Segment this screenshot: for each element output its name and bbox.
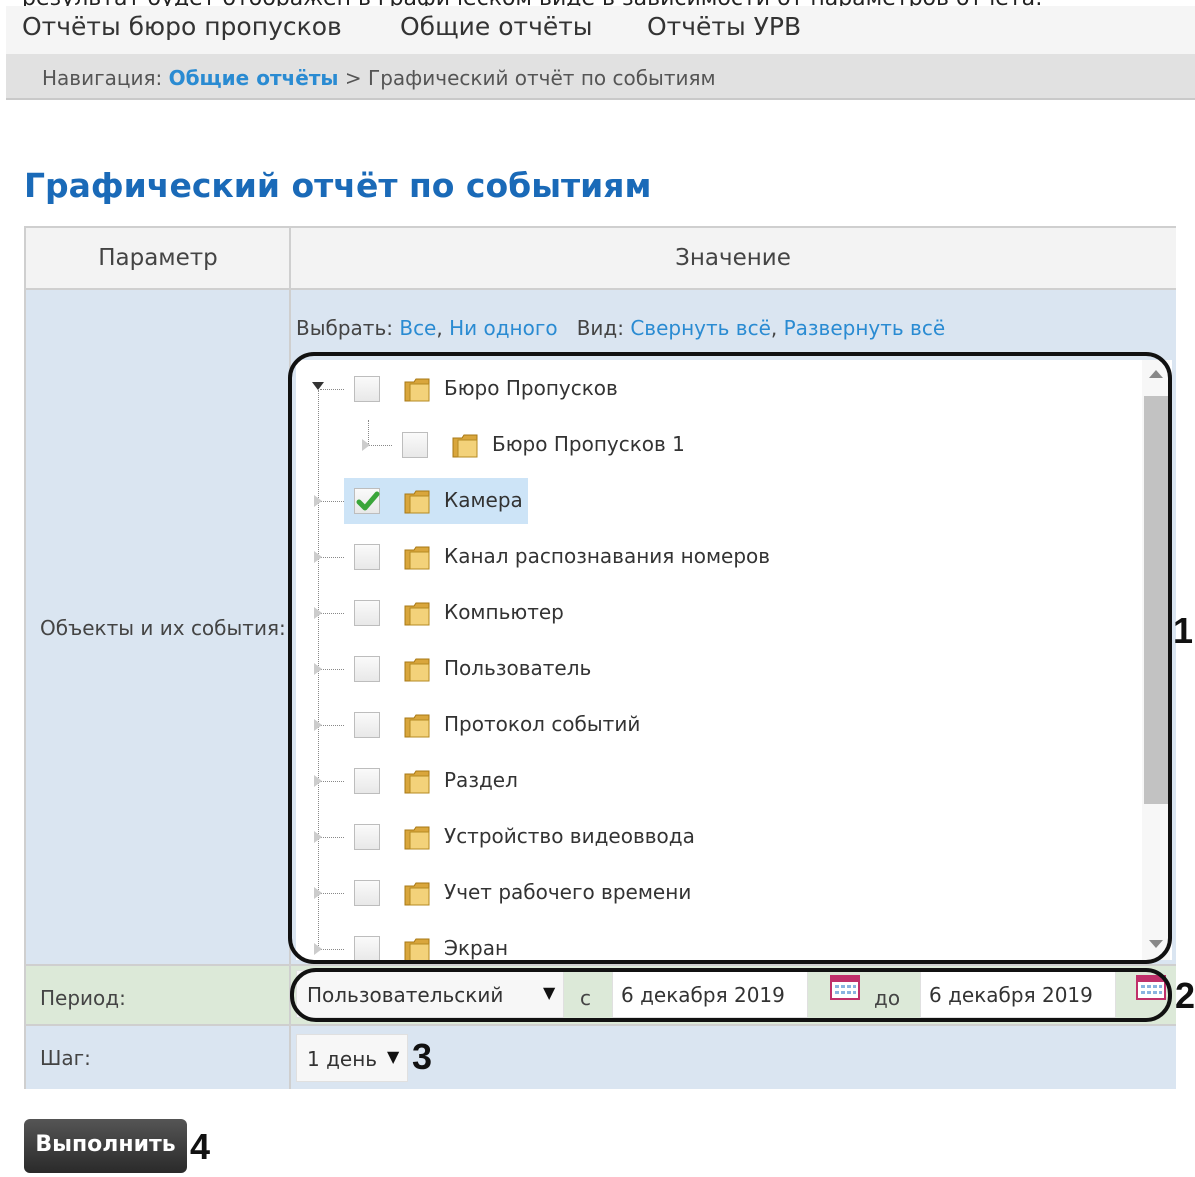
view-label: Вид: <box>576 316 624 340</box>
dropdown-caret-icon: ▼ <box>387 1047 400 1066</box>
breadcrumb-link-general-reports[interactable]: Общие отчёты <box>169 66 339 90</box>
menu-item-pass-office-reports[interactable]: Отчёты бюро пропусков <box>22 12 342 41</box>
column-header-parameter: Параметр <box>26 228 290 290</box>
annotation-number-4: 4 <box>190 1126 211 1167</box>
select-controls: Выбрать: Все, Ни одного Вид: Свернуть вс… <box>296 316 946 340</box>
breadcrumb-current: Графический отчёт по событиям <box>368 66 716 90</box>
annotation-oval-2 <box>290 968 1172 1022</box>
collapse-all-link[interactable]: Свернуть всё <box>630 316 771 340</box>
annotation-number-2: 2 <box>1175 975 1195 1016</box>
annotation-number-1: 1 <box>1173 610 1194 651</box>
select-none-link[interactable]: Ни одного <box>449 316 558 340</box>
objects-row-label-cell: Объекты и их события: <box>26 290 290 964</box>
period-row-label-cell: Период: <box>26 966 290 1024</box>
menu-item-tar-reports[interactable]: Отчёты УРВ <box>647 12 801 41</box>
expand-all-link[interactable]: Развернуть всё <box>784 316 946 340</box>
run-button[interactable]: Выполнить <box>24 1119 187 1173</box>
breadcrumb: Навигация: Общие отчёты > Графический от… <box>6 54 1195 100</box>
objects-label: Объекты и их события: <box>40 616 286 640</box>
page-title: Графический отчёт по событиям <box>24 166 652 205</box>
step-select[interactable]: 1 день ▼ <box>296 1034 408 1082</box>
select-all-link[interactable]: Все <box>399 316 436 340</box>
column-header-value: Значение <box>290 228 1176 290</box>
breadcrumb-separator: > <box>344 66 362 90</box>
step-label: Шаг: <box>40 1046 91 1070</box>
breadcrumb-prefix: Навигация: <box>42 66 163 90</box>
annotation-number-3: 3 <box>412 1036 433 1077</box>
top-menu: Отчёты бюро пропусков Общие отчёты Отчёт… <box>6 6 1195 54</box>
period-label: Период: <box>40 986 126 1010</box>
step-row-label-cell: Шаг: <box>26 1026 290 1089</box>
step-value: 1 день <box>307 1047 378 1071</box>
menu-item-general-reports[interactable]: Общие отчёты <box>400 12 593 41</box>
annotation-oval-1 <box>288 352 1172 964</box>
select-label: Выбрать: <box>296 316 393 340</box>
